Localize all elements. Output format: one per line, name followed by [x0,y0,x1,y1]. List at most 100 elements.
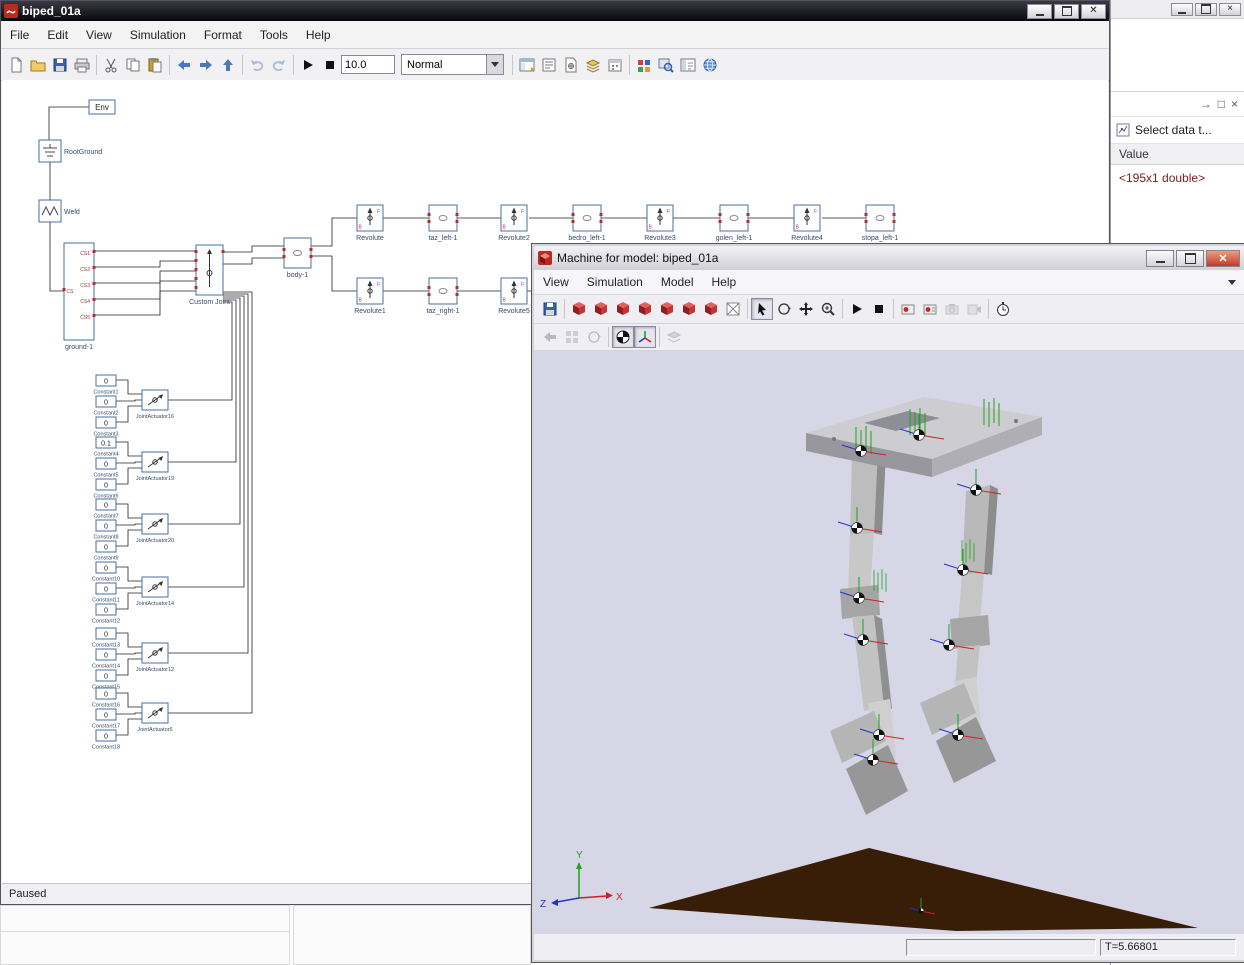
view-top-icon[interactable] [678,298,700,320]
minimize-button[interactable] [1146,250,1174,267]
cut-icon[interactable] [100,54,122,76]
select-arrow-icon[interactable] [751,298,773,320]
block-constant[interactable]: 0Constant14 [92,649,120,670]
block-constant[interactable]: 0Constant15 [92,670,120,691]
block-constant[interactable]: 0Constant1 [93,375,118,396]
block-rev3[interactable]: Revolute3BF [644,205,676,242]
snapshot-icon[interactable] [941,298,963,320]
save-icon[interactable] [539,298,561,320]
menu-simulation[interactable]: Simulation [578,275,652,289]
fit-to-view-icon[interactable] [722,298,744,320]
undo-icon[interactable] [246,54,268,76]
prev-view-icon[interactable] [539,326,561,348]
block-cjoint[interactable]: Custom Joint [189,245,230,306]
block-rootground[interactable]: RootGround [39,140,102,162]
block-constant[interactable]: 0Constant18 [92,730,120,751]
block-rev5[interactable]: Revolute5BF [498,278,530,315]
layers-icon[interactable] [582,54,604,76]
block-constant[interactable]: 0Constant2 [93,396,118,417]
new-model-icon[interactable] [5,54,27,76]
grid-view-icon[interactable] [561,326,583,348]
simulink-titlebar[interactable]: biped_01a ✕ [1,1,1109,21]
close-button[interactable]: ✕ [1206,250,1240,267]
close-button[interactable]: ✕ [1081,4,1106,19]
paste-icon[interactable] [144,54,166,76]
save-icon[interactable] [49,54,71,76]
block-constant[interactable]: 0Constant13 [92,628,120,649]
block-joint-actuator[interactable]: JointActuator20 [136,514,174,544]
block-joint-actuator[interactable]: JointActuator14 [136,577,174,607]
block-constant[interactable]: 0.1Constant4 [93,437,118,458]
print-icon[interactable] [71,54,93,76]
view-right-icon[interactable] [656,298,678,320]
sim-mode-select[interactable]: Normal [401,54,504,75]
block-joint-actuator[interactable]: JointActuator19 [136,452,174,482]
menu-view[interactable]: View [534,275,578,289]
orbit-icon[interactable] [773,298,795,320]
block-joint-actuator[interactable]: JointActuator16 [136,390,174,420]
undock-icon[interactable]: □ [1218,97,1225,111]
block-constant[interactable]: 0Constant10 [92,562,120,583]
record-icon[interactable] [897,298,919,320]
maximize-button[interactable] [1054,4,1079,19]
select-data-row[interactable]: Select data t... [1111,117,1244,144]
view-bottom-icon[interactable] [700,298,722,320]
copy-icon[interactable] [122,54,144,76]
block-constant[interactable]: 0Constant5 [93,458,118,479]
value-cell[interactable]: <195x1 double> [1111,165,1244,191]
start-animation-icon[interactable] [846,298,868,320]
block-constant[interactable]: 0Constant12 [92,604,120,625]
block-joint-actuator[interactable]: JointActuator12 [136,643,174,673]
menu-view[interactable]: View [77,28,121,42]
menu-model[interactable]: Model [652,275,703,289]
ellipsoid-display-icon[interactable] [612,326,634,348]
menu-simulation[interactable]: Simulation [121,28,195,42]
record-settings-icon[interactable] [919,298,941,320]
block-rev1[interactable]: Revolute1BF [354,278,386,315]
block-stopa_l[interactable]: stopa_left-1 [862,205,899,242]
maximize-button[interactable] [1195,3,1217,16]
model-browser-icon[interactable] [677,54,699,76]
block-rev0[interactable]: RevoluteBF [356,205,384,242]
library-browser-icon[interactable] [633,54,655,76]
help-globe-icon[interactable] [699,54,721,76]
block-bedro_l[interactable]: bedro_left-1 [568,205,605,242]
rotate-view-icon[interactable] [583,326,605,348]
forward-icon[interactable] [195,54,217,76]
block-weld[interactable]: Weld [39,200,80,222]
back-icon[interactable] [173,54,195,76]
stop-simulation-icon[interactable] [319,54,341,76]
code-generation-icon[interactable] [560,54,582,76]
view-left-icon[interactable] [634,298,656,320]
block-constant[interactable]: 0Constant16 [92,688,120,709]
3d-viewport[interactable]: Y X Z [534,351,1244,934]
block-ground[interactable]: ground-1CS1CS2CS3CS4CS5CS [63,243,96,351]
menu-help[interactable]: Help [703,275,746,289]
block-taz_r[interactable]: taz_right-1 [426,278,459,315]
pan-icon[interactable] [795,298,817,320]
view-back-icon[interactable] [612,298,634,320]
sim-stop-time-input[interactable] [341,55,395,74]
block-env[interactable]: Env [89,100,115,114]
view-front-icon[interactable] [590,298,612,320]
video-settings-icon[interactable] [963,298,985,320]
block-constant[interactable]: 0Constant17 [92,709,120,730]
value-column-header[interactable]: Value [1111,144,1244,165]
menu-format[interactable]: Format [195,28,251,42]
frame-triad-icon[interactable] [634,326,656,348]
redo-icon[interactable] [268,54,290,76]
menu-edit[interactable]: Edit [38,28,77,42]
minimize-button[interactable] [1171,3,1193,16]
zoom-icon[interactable] [817,298,839,320]
panel-close-icon[interactable]: × [1231,97,1238,111]
machine-titlebar[interactable]: Machine for model: biped_01a ✕ [534,246,1244,270]
calendar-icon[interactable] [604,54,626,76]
view-iso-icon[interactable] [568,298,590,320]
menu-file[interactable]: File [1,28,38,42]
block-joint-actuator[interactable]: JointActuator6 [137,703,172,733]
block-constant[interactable]: 0Constant11 [92,583,120,604]
start-simulation-icon[interactable] [297,54,319,76]
stopwatch-icon[interactable] [992,298,1014,320]
surface-display-icon[interactable] [663,326,685,348]
block-constant[interactable]: 0Constant7 [93,499,118,520]
